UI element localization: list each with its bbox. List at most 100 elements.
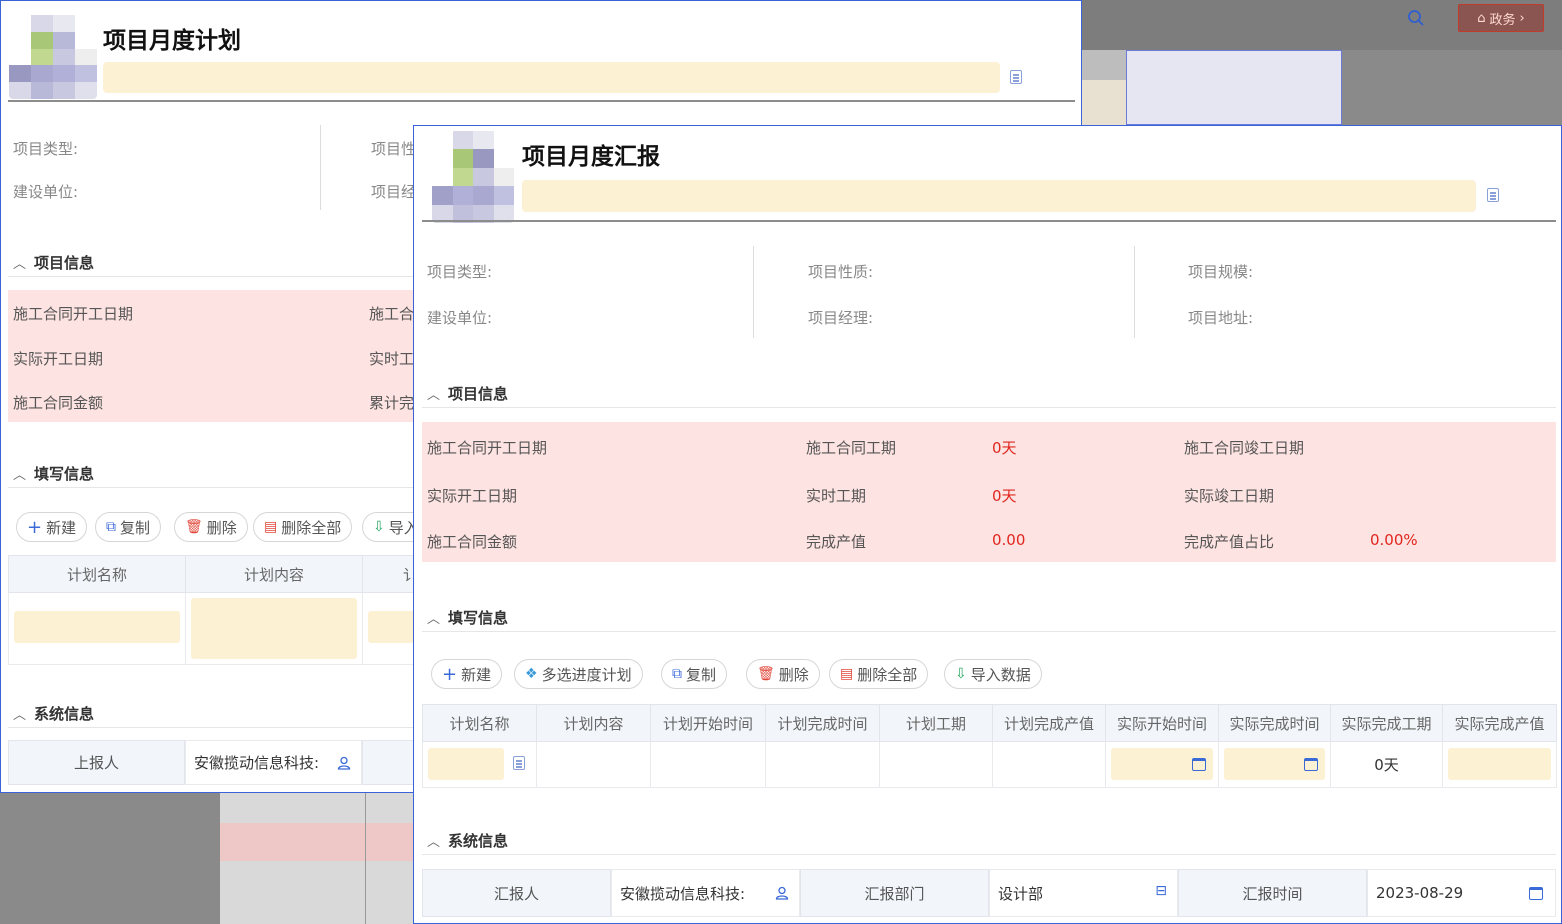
import-data-button[interactable]: ⇩ 导入数据 [944,659,1042,689]
user-icon[interactable] [775,886,789,900]
project-name-field[interactable] [103,62,1000,93]
avatar [9,15,97,99]
realtime-period-label: 实时工 [369,350,415,368]
dept-label: 汇报部门 [800,869,989,917]
add-button[interactable]: + 新建 [431,659,503,689]
column-header: 计划内容 [536,704,651,742]
column-header: 计划完成时间 [765,704,880,742]
contract-amount-label: 施工合同金额 [427,533,518,551]
dept-field[interactable]: 设计部 ⊟ [989,869,1178,917]
contract-amount-label: 施工合同金额 [13,394,104,412]
calendar-icon[interactable] [1304,758,1318,771]
page-title: 项目月度汇报 [522,144,660,170]
column-header: 计划开始时间 [650,704,766,742]
chevron-up-icon: ︿ [13,708,27,723]
column-divider [1134,246,1135,338]
actual-period-cell: 0天 [1330,741,1443,788]
page-title: 项目月度计划 [103,28,241,54]
system-info-row: 汇报人 安徽揽动信息科技: 汇报部门 设计部 ⊟ 汇报时间 2023-08-29 [422,869,1556,917]
delete-button[interactable]: 🗑 删除 [174,512,248,542]
contract-start-label: 施工合同开工日期 [427,439,548,457]
chevron-right-icon: › [1519,10,1525,26]
trash-icon: 🗑 [757,666,775,682]
chevron-up-icon: ︿ [427,612,441,627]
document-icon[interactable] [1487,188,1499,202]
org-icon[interactable]: ⊟ [1155,883,1167,899]
gov-affairs-label: 政务 [1489,12,1516,28]
project-type-label: 项目类型: [13,140,79,158]
chevron-up-icon: ︿ [13,468,27,483]
column-header: 实际开始时间 [1105,704,1219,742]
plan-content-input[interactable] [191,598,357,659]
trash-all-icon: ▤ [840,666,854,682]
project-scale-label: 项目规模: [1188,263,1254,281]
column-header: 实际完成产值 [1442,704,1557,742]
plus-icon: + [27,516,43,538]
plan-name-input[interactable] [14,611,180,643]
layers-icon: ❖ [525,666,538,682]
reporter-label: 上报人 [8,740,185,785]
contract-period-value: 0天 [992,439,1017,457]
section-project-info[interactable]: ︿ 项目信息 [13,252,94,273]
calendar-icon[interactable] [1529,887,1543,900]
chevron-up-icon: ︿ [427,835,441,850]
construction-unit-label: 建设单位: [13,183,79,201]
document-icon[interactable] [1010,70,1022,84]
chevron-up-icon: ︿ [13,257,27,272]
trash-icon: 🗑 [185,519,203,535]
calendar-icon[interactable] [1192,758,1206,771]
plus-icon: + [442,663,458,685]
project-name-field[interactable] [522,180,1476,212]
project-type-label: 项目类型: [427,263,493,281]
time-field[interactable]: 2023-08-29 [1367,869,1556,917]
column-header: 计划内容 [185,555,363,593]
reporter-label: 汇报人 [422,869,611,917]
copy-button[interactable]: ⧉ 复制 [661,659,728,689]
delete-all-button[interactable]: ▤ 删除全部 [253,512,353,542]
trash-all-icon: ▤ [264,519,278,535]
column-header: 实际完成时间 [1218,704,1331,742]
realtime-period-value: 0天 [992,487,1017,505]
section-project-info[interactable]: ︿ 项目信息 [427,383,508,404]
section-system-info[interactable]: ︿ 系统信息 [427,830,508,851]
column-divider [753,246,754,338]
project-address-label: 项目地址: [1188,309,1254,327]
time-value: 2023-08-29 [1376,884,1464,902]
reporter-value: 安徽揽动信息科技: [194,754,320,772]
section-fill-info[interactable]: ︿ 填写信息 [427,607,508,628]
multi-select-plan-button[interactable]: ❖ 多选进度计划 [514,659,643,689]
import-icon: ⇩ [373,519,385,535]
copy-icon: ⧉ [672,666,682,682]
avatar [432,131,514,223]
add-button[interactable]: + 新建 [16,512,88,542]
gov-affairs-button[interactable]: ⌂ 政务 › [1458,4,1544,32]
document-icon[interactable] [513,756,525,770]
cumulative-label: 累计完 [369,394,415,412]
project-manager-label: 项目经理: [808,309,874,327]
copy-button[interactable]: ⧉ 复制 [95,512,162,542]
output-value: 0.00 [992,531,1026,549]
output-value-label: 完成产值 [806,533,867,551]
delete-all-button[interactable]: ▤ 删除全部 [829,659,929,689]
delete-button[interactable]: 🗑 删除 [746,659,820,689]
reporter-field[interactable]: 安徽揽动信息科技: [185,740,362,785]
actual-start-label: 实际开工日期 [427,487,518,505]
section-system-info[interactable]: ︿ 系统信息 [13,703,94,724]
copy-icon: ⧉ [106,519,116,535]
report-table: 计划名称 计划内容 计划开始时间 计划完成时间 计划工期 计划完成产值 实际开始… [422,704,1557,788]
construction-unit-label: 建设单位: [427,309,493,327]
user-icon[interactable] [337,756,351,770]
reporter-field[interactable]: 安徽揽动信息科技: [611,869,800,917]
title-divider [422,220,1556,222]
contract-period-label: 施工合同工期 [806,439,897,457]
column-header: 计划名称 [422,704,537,742]
time-label: 汇报时间 [1178,869,1367,917]
actual-output-input[interactable] [1448,748,1551,780]
plan-name-input[interactable] [428,748,504,780]
table-row [8,592,439,665]
search-icon[interactable] [1407,9,1425,27]
column-header: 计划名称 [8,555,186,593]
section-fill-info[interactable]: ︿ 填写信息 [13,463,94,484]
title-divider [8,100,1075,102]
report-window[interactable]: 项目月度汇报 项目类型: 建设单位: 项目性质: 项目经理: 项目规模: 项目地… [413,125,1562,924]
